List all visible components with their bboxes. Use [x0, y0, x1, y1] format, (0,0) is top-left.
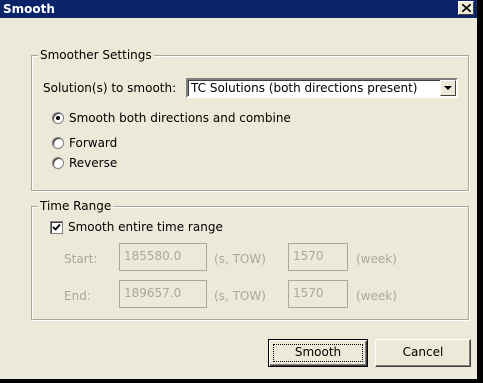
solutions-label: Solution(s) to smooth: [43, 81, 177, 95]
start-seconds-value: 185580.0 [124, 249, 182, 263]
smooth-entire-range-label[interactable]: Smooth entire time range [68, 219, 223, 235]
radio-reverse-label[interactable]: Reverse [69, 155, 117, 171]
start-seconds-unit: (s, TOW) [214, 252, 266, 266]
start-week-unit: (week) [356, 252, 397, 266]
checkmark-icon [52, 223, 61, 231]
end-week-value: 1570 [293, 286, 324, 300]
radio-smooth-both[interactable] [52, 112, 64, 124]
close-icon [462, 4, 471, 12]
radio-smooth-both-label[interactable]: Smooth both directions and combine [69, 110, 291, 126]
radio-forward-label[interactable]: Forward [69, 135, 117, 151]
start-week-value: 1570 [293, 249, 324, 263]
radio-reverse[interactable] [52, 157, 64, 169]
window-title: Smooth [3, 2, 55, 16]
dropdown-arrow-button[interactable] [440, 80, 456, 96]
smooth-button[interactable]: Smooth [268, 339, 368, 367]
time-range-legend: Time Range [38, 199, 114, 213]
close-button[interactable] [458, 1, 474, 15]
cancel-button[interactable]: Cancel [375, 339, 471, 367]
start-week-field[interactable]: 1570 [288, 243, 348, 271]
end-seconds-value: 189657.0 [124, 286, 182, 300]
solutions-dropdown[interactable]: TC Solutions (both directions present) [186, 78, 458, 98]
start-label: Start: [64, 252, 98, 266]
end-seconds-field[interactable]: 189657.0 [119, 280, 207, 308]
solutions-dropdown-value: TC Solutions (both directions present) [191, 81, 418, 95]
end-week-unit: (week) [356, 289, 397, 303]
end-week-field[interactable]: 1570 [288, 280, 348, 308]
end-seconds-unit: (s, TOW) [214, 289, 266, 303]
smooth-dialog: Smooth Smoother Settings Solution(s) to … [0, 0, 479, 381]
smoother-settings-legend: Smoother Settings [38, 48, 154, 62]
radio-forward[interactable] [52, 137, 64, 149]
cancel-button-label: Cancel [402, 345, 444, 359]
radio-selected-dot [56, 116, 60, 120]
focus-rectangle [273, 344, 363, 362]
smooth-entire-range-checkbox[interactable] [50, 221, 63, 234]
end-label: End: [64, 289, 91, 303]
start-seconds-field[interactable]: 185580.0 [119, 243, 207, 271]
chevron-down-icon [444, 86, 452, 90]
title-bar[interactable]: Smooth [0, 0, 477, 18]
